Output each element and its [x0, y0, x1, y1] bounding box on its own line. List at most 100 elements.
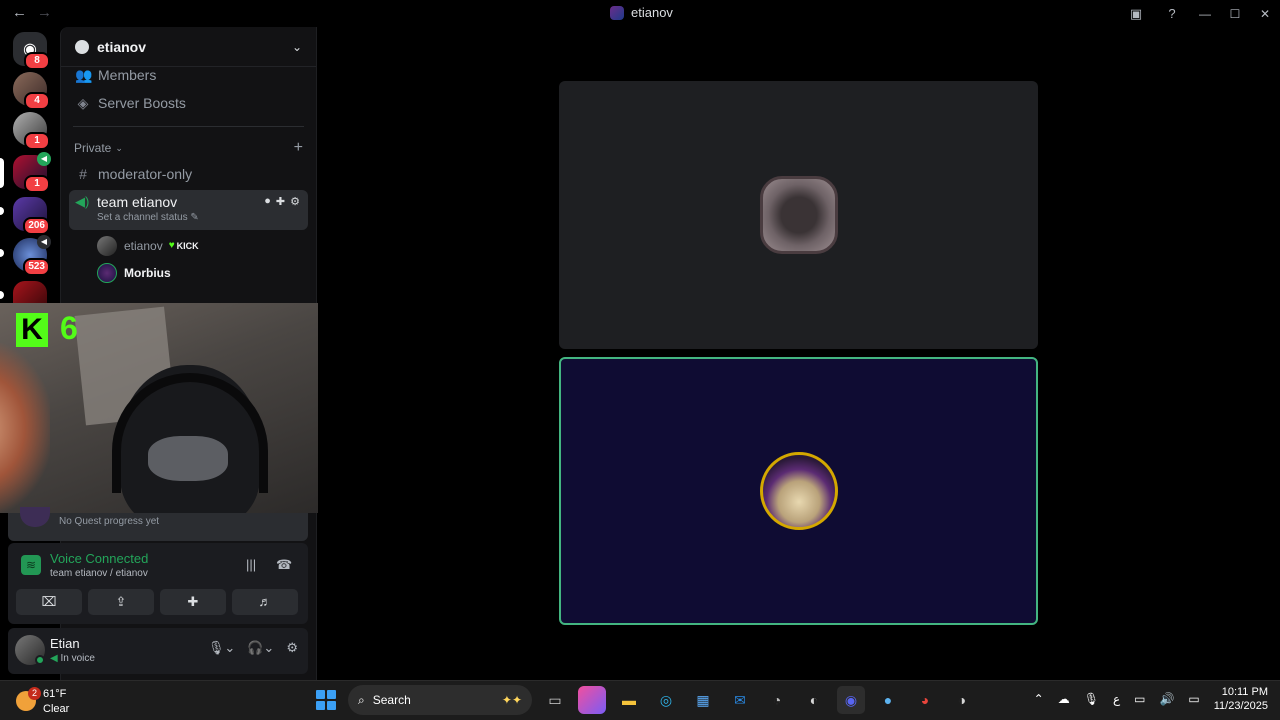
notification-badge: 8	[24, 52, 50, 70]
store-icon[interactable]: ▦	[689, 686, 717, 714]
quest-panel[interactable]: No Quest progress yet	[8, 507, 308, 541]
invite-icon[interactable]: ✚	[276, 195, 285, 208]
server-boosts-item[interactable]: ◈ Server Boosts	[61, 89, 316, 117]
window-controls: ▣ ? — ☐ ✕	[1118, 0, 1280, 27]
quest-progress-text: No Quest progress yet	[59, 516, 160, 527]
windows-start-icon[interactable]	[313, 687, 339, 713]
server-button[interactable]: 206	[13, 197, 50, 235]
active-server-pill	[0, 158, 4, 188]
cloud-icon[interactable]: ☁	[1058, 692, 1070, 706]
voice-channel-tools: ● ✚ ⚙	[264, 195, 300, 208]
m365-icon[interactable]	[578, 686, 606, 714]
steam-icon[interactable]: ◐	[800, 686, 828, 714]
chat-icon[interactable]: ●	[264, 195, 271, 208]
voice-user-name: Morbius	[124, 265, 171, 280]
notification-badge: 4	[24, 92, 50, 110]
clock[interactable]: 10:11 PM 11/23/2025	[1214, 685, 1268, 713]
window-title: etianov	[610, 5, 673, 20]
volume-icon[interactable]: 🔊	[1159, 692, 1174, 706]
channel-status[interactable]: Set a channel status ✎	[97, 212, 302, 223]
forward-icon[interactable]: →	[37, 4, 52, 21]
avatar	[97, 262, 117, 283]
user-controls: 🎙⌄ 🎧⌄ ⚙	[208, 640, 298, 656]
speaker-icon: ◀	[50, 653, 61, 664]
chevron-down-icon: ⌄	[291, 39, 302, 54]
microphone-icon[interactable]: 🎙	[1084, 692, 1099, 706]
kick-tag: ♥ KICK	[169, 240, 199, 251]
pencil-icon: ✎	[190, 212, 199, 223]
channel-moderator-only[interactable]: # moderator-only	[61, 160, 316, 188]
members-icon: 👥	[75, 66, 93, 83]
category-private[interactable]: Private ⌄ +	[61, 136, 316, 160]
app-icon[interactable]: ●	[874, 686, 902, 714]
disconnect-icon[interactable]: ☎	[276, 557, 292, 573]
server-icon	[610, 5, 624, 20]
edge-icon[interactable]: ◎	[652, 686, 680, 714]
copilot-sparkle-icon: ✦✦	[501, 693, 522, 707]
close-button[interactable]: ✕	[1250, 7, 1280, 21]
notification-badge: 1	[24, 132, 50, 150]
participant-tile-morbius[interactable]	[559, 357, 1038, 625]
chevron-down-icon: ⌄	[115, 142, 123, 153]
members-item[interactable]: 👥 Members	[61, 61, 316, 89]
voice-user-morbius[interactable]: Morbius	[61, 259, 316, 286]
voice-user-name: etianov	[124, 238, 163, 253]
user-status: ◀ In voice	[50, 653, 95, 664]
system-tray: ⌃ ☁ 🎙 ع ▭ 🔊 ▭ 10:11 PM 11/23/2025	[1034, 685, 1268, 713]
outlook-icon[interactable]: ✉	[726, 686, 754, 714]
app-icon[interactable]: ◔	[763, 686, 791, 714]
server-button-etianov[interactable]: ◀ 1	[13, 152, 51, 193]
server-button[interactable]: ◀ 523	[13, 235, 51, 276]
maximize-button[interactable]: ☐	[1220, 7, 1250, 21]
noise-suppression-icon[interactable]: |||	[246, 557, 256, 572]
activities-button[interactable]: ✚	[160, 589, 226, 615]
windows-taskbar: 2 61°F Clear ⌕ Search ✦✦ ▭ ▬ ◎ ▦ ✉ ◔ ◐ ◉…	[0, 680, 1280, 720]
direct-messages-button[interactable]: ◉ 8	[13, 32, 50, 70]
taskbar-search[interactable]: ⌕ Search ✦✦	[348, 685, 532, 715]
help-icon[interactable]: ?	[1154, 6, 1190, 21]
chevron-up-icon[interactable]: ⌃	[1034, 692, 1044, 706]
online-status-icon	[35, 655, 45, 665]
hashtag-icon: #	[79, 166, 87, 182]
voice-connected-title[interactable]: Voice Connected	[50, 551, 148, 566]
community-icon	[75, 39, 89, 54]
notification-badge: 206	[23, 217, 50, 235]
camera-off-button[interactable]: ⌧	[16, 589, 82, 615]
chrome-icon[interactable]: ◕	[911, 686, 939, 714]
network-icon[interactable]: ▭	[1134, 692, 1145, 706]
add-channel-icon[interactable]: +	[294, 139, 303, 157]
language-icon[interactable]: ع	[1113, 692, 1120, 706]
minimize-button[interactable]: —	[1190, 7, 1220, 21]
steam-icon[interactable]: ◑	[948, 686, 976, 714]
voice-action-buttons: ⌧ ⇪ ✚ ♬	[16, 589, 298, 615]
voice-channel-team-etianov[interactable]: ◀) team etianov Set a channel status ✎ ●…	[69, 190, 308, 230]
soundboard-button[interactable]: ♬	[232, 589, 298, 615]
headphones-icon[interactable]: 🎧⌄	[247, 640, 274, 656]
settings-gear-icon[interactable]: ⚙	[290, 195, 300, 208]
voice-user-etianov[interactable]: etianov ♥ KICK	[61, 232, 316, 259]
microphone-icon[interactable]: 🎙⌄	[208, 640, 235, 656]
server-button[interactable]: 4	[13, 72, 50, 110]
weather-temperature: 61°F	[43, 688, 67, 700]
channel-status-label: Set a channel status	[97, 212, 188, 223]
inbox-icon[interactable]: ▣	[1118, 6, 1154, 22]
discord-taskbar-icon[interactable]: ◉	[837, 686, 865, 714]
voice-stage	[318, 27, 1280, 680]
participant-tile-etianov[interactable]	[559, 81, 1038, 349]
user-settings-icon[interactable]: ⚙	[286, 640, 298, 656]
server-button[interactable]: 1	[13, 112, 50, 150]
search-icon: ⌕	[358, 692, 365, 707]
signal-icon[interactable]: ≋	[21, 555, 41, 575]
user-name[interactable]: Etian	[50, 636, 80, 651]
participant-avatar	[759, 176, 838, 254]
user-panel: Etian ◀ In voice 🎙⌄ 🎧⌄ ⚙	[8, 628, 308, 674]
user-status-label: In voice	[60, 653, 95, 664]
battery-icon[interactable]: ▭	[1188, 692, 1199, 706]
voice-connected-channel[interactable]: team etianov / etianov	[50, 568, 148, 579]
notification-badge: 523	[23, 258, 50, 276]
task-view-icon[interactable]: ▭	[541, 686, 569, 714]
screen-share-button[interactable]: ⇪	[88, 589, 154, 615]
quest-avatar	[20, 507, 50, 527]
back-icon[interactable]: ←	[12, 4, 27, 21]
file-explorer-icon[interactable]: ▬	[615, 686, 643, 714]
